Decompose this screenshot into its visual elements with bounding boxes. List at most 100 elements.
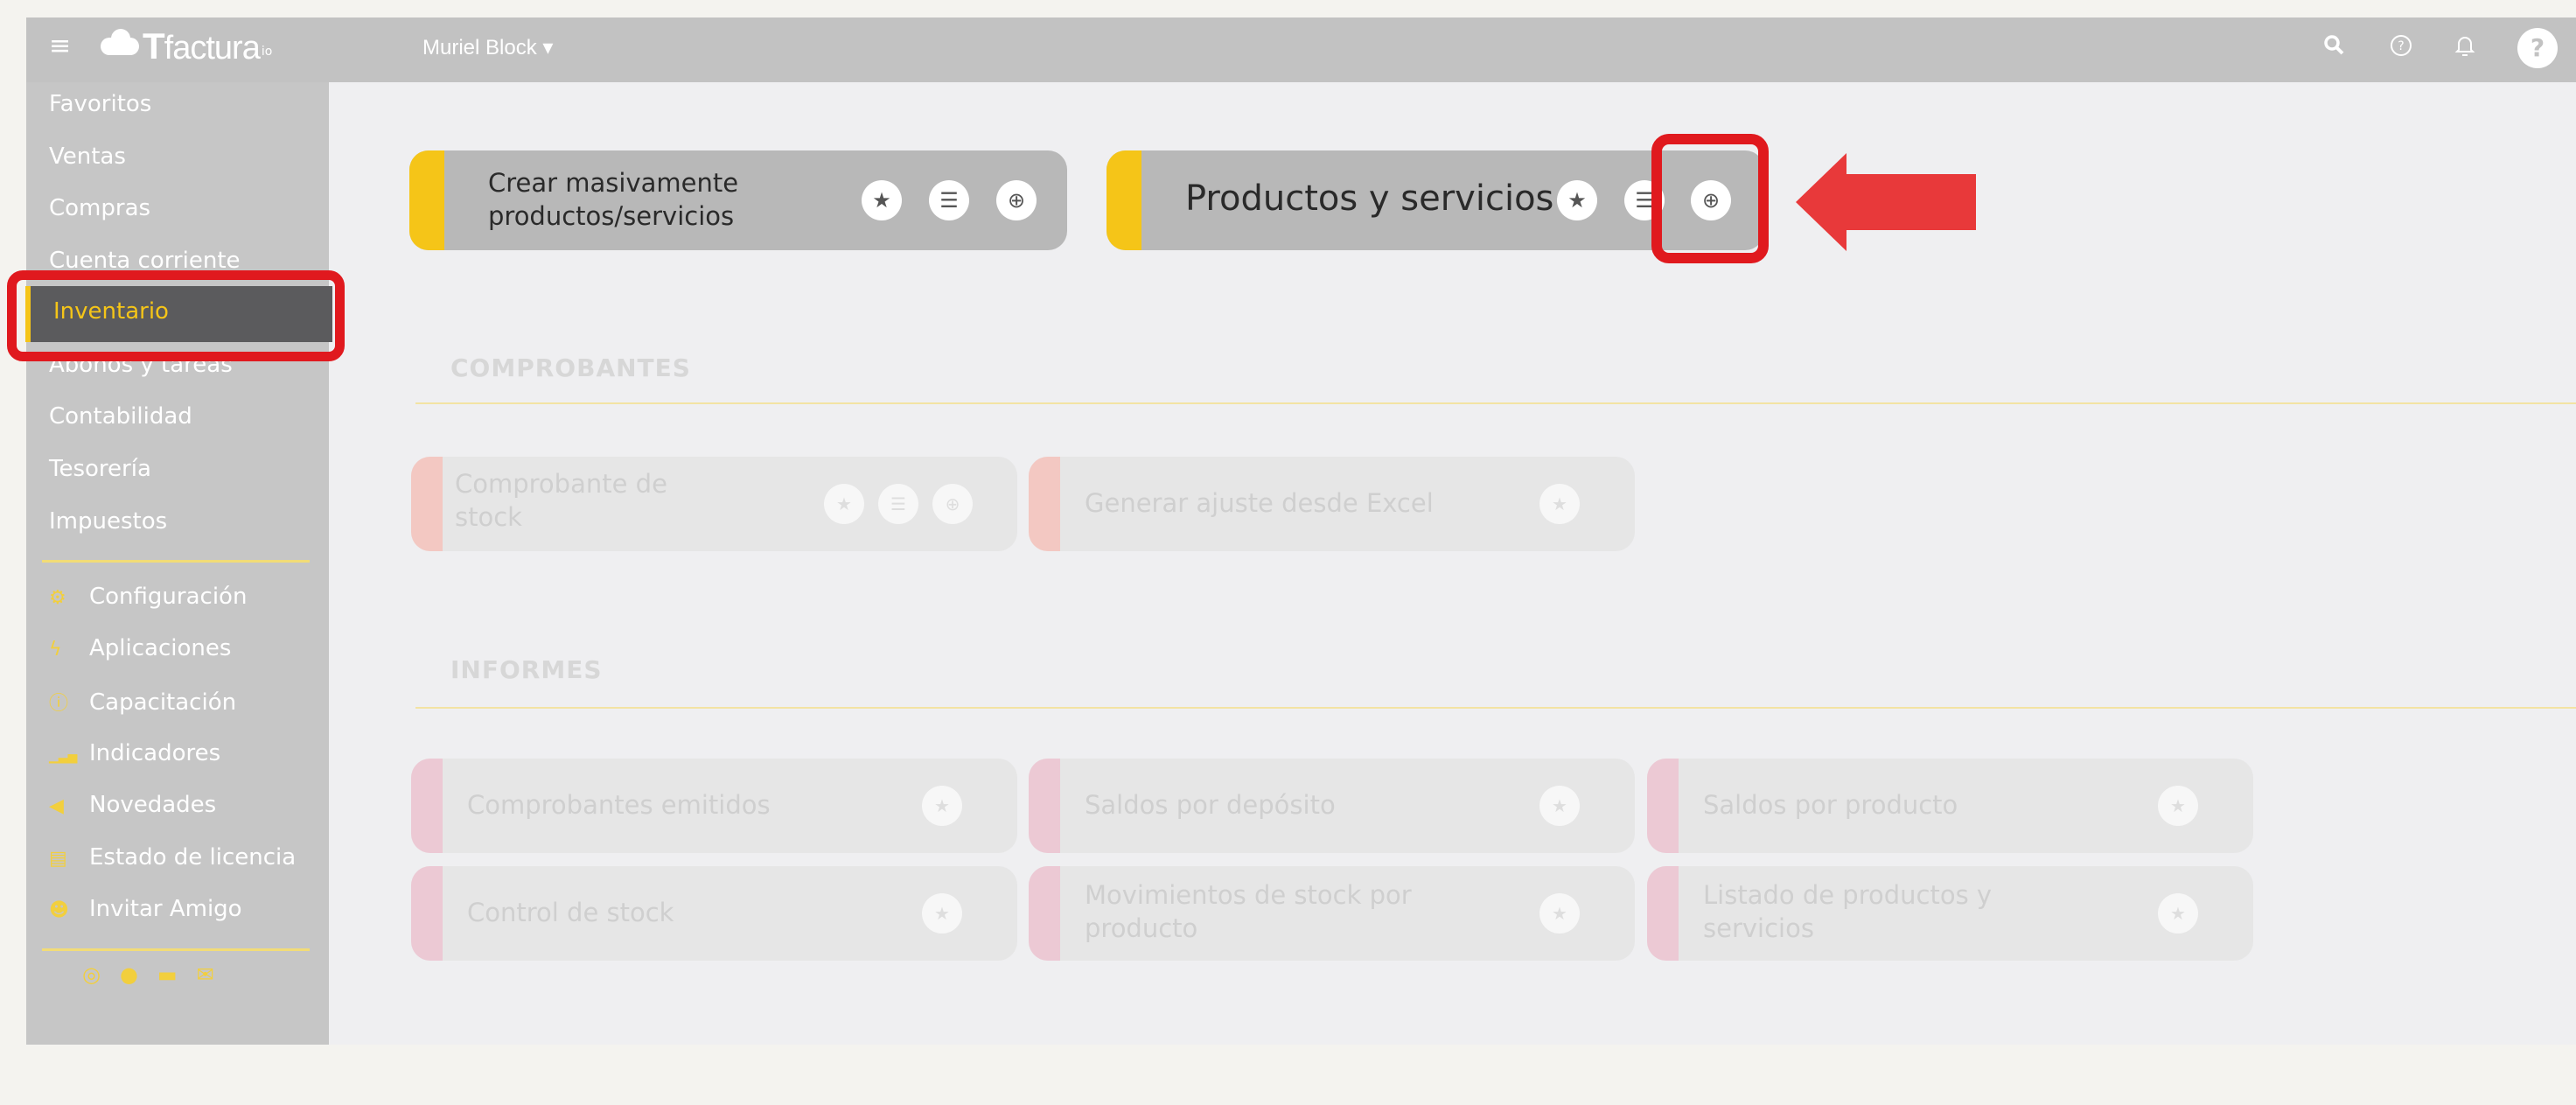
- card-accent: [409, 150, 444, 250]
- sidebar-item-label: Estado de licencia: [89, 844, 297, 871]
- card-crear-masivamente[interactable]: Crear masivamente productos/servicios ★ …: [409, 150, 1067, 250]
- cloud-icon: [101, 29, 139, 55]
- star-icon[interactable]: ★: [862, 180, 902, 220]
- sidebar-item-label: Configuración: [89, 584, 248, 610]
- card-accent: [1106, 150, 1141, 250]
- facebook-icon[interactable]: ●: [120, 962, 138, 987]
- card-accent: [411, 866, 443, 961]
- instagram-icon[interactable]: ◎: [82, 962, 101, 987]
- top-bar: [26, 17, 2576, 82]
- card-saldos-producto[interactable]: Saldos por producto ★: [1647, 759, 2253, 853]
- sidebar-item-tesoreria[interactable]: Tesorería: [49, 456, 151, 482]
- card-label-line1: Crear masivamente: [488, 168, 739, 198]
- add-user-icon: ☻: [49, 899, 69, 921]
- brand-tld: io: [261, 45, 273, 59]
- sidebar-item-label: Aplicaciones: [89, 635, 232, 661]
- logo[interactable]: Tfactura io: [101, 25, 273, 66]
- card-accent: [411, 457, 443, 551]
- sidebar-item-configuracion[interactable]: ⚙ Configuración: [49, 584, 247, 610]
- menu-icon[interactable]: ≡: [49, 33, 71, 59]
- user-menu[interactable]: Muriel Block ▾: [422, 35, 553, 60]
- sidebar-item-label: Indicadores: [89, 740, 221, 766]
- star-icon[interactable]: ★: [1539, 893, 1580, 934]
- card-label-line2: servicios: [1703, 913, 1814, 943]
- star-icon[interactable]: ★: [922, 893, 962, 934]
- sidebar-divider: [42, 560, 310, 563]
- card-accent: [411, 759, 443, 853]
- card-control-stock[interactable]: Control de stock ★: [411, 866, 1017, 961]
- card-label: Saldos por depósito: [1085, 790, 1336, 820]
- section-title-informes: INFORMES: [450, 655, 603, 684]
- help-icon[interactable]: ?: [2389, 33, 2413, 64]
- bell-icon[interactable]: [2453, 33, 2477, 64]
- card-label: Crear masivamente productos/servicios: [488, 166, 738, 233]
- sidebar-item-label: Favoritos: [49, 91, 152, 117]
- sidebar-item-label: Contabilidad: [49, 403, 192, 430]
- section-divider: [415, 402, 2576, 404]
- sidebar-item-ventas[interactable]: Ventas: [49, 143, 126, 170]
- card-saldos-deposito[interactable]: Saldos por depósito ★: [1029, 759, 1635, 853]
- svg-text:?: ?: [2398, 39, 2404, 53]
- card-accent: [1647, 866, 1679, 961]
- card-label: Listado de productos y servicios: [1703, 878, 1992, 945]
- card-comprobantes-emitidos[interactable]: Comprobantes emitidos ★: [411, 759, 1017, 853]
- card-movimientos-stock[interactable]: Movimientos de stock por producto ★: [1029, 866, 1635, 961]
- card-label-line2: stock: [455, 502, 522, 532]
- card-accent: [1029, 457, 1060, 551]
- card-generar-ajuste[interactable]: Generar ajuste desde Excel ★: [1029, 457, 1635, 551]
- star-icon[interactable]: ★: [2158, 893, 2198, 934]
- brand-initial: T: [143, 25, 165, 66]
- sidebar-item-capacitacion[interactable]: ⓘ Capacitación: [49, 688, 236, 716]
- sidebar-divider: [42, 948, 310, 951]
- search-icon[interactable]: [2322, 33, 2345, 62]
- sidebar-item-indicadores[interactable]: ▁▃▅ Indicadores: [49, 740, 220, 766]
- card-label: Comprobante de stock: [455, 467, 667, 534]
- info-icon: ⓘ: [49, 693, 69, 715]
- card-label: Generar ajuste desde Excel: [1085, 488, 1434, 518]
- youtube-icon[interactable]: ▬: [157, 962, 178, 987]
- card-label: Productos y servicios: [1185, 178, 1554, 219]
- card-label-line1: Listado de productos y: [1703, 880, 1993, 910]
- card-comprobante-stock[interactable]: Comprobante de stock ★ ☰ ⊕: [411, 457, 1017, 551]
- section-divider: [415, 707, 2576, 709]
- star-icon[interactable]: ★: [922, 786, 962, 826]
- star-icon[interactable]: ★: [2158, 786, 2198, 826]
- star-icon[interactable]: ★: [1539, 484, 1580, 524]
- sidebar-item-label: Compras: [49, 195, 151, 221]
- sidebar-item-label: Novedades: [89, 792, 217, 818]
- sidebar-item-label: Invitar Amigo: [89, 896, 242, 922]
- brand-name: factura: [164, 30, 261, 66]
- card-label: Saldos por producto: [1703, 790, 1958, 820]
- card-label-line1: Movimientos de stock por: [1085, 880, 1412, 910]
- sidebar-item-invitar-amigo[interactable]: ☻ Invitar Amigo: [49, 896, 242, 922]
- add-icon[interactable]: ⊕: [996, 180, 1037, 220]
- mail-icon[interactable]: ✉: [197, 962, 214, 987]
- card-label: Movimientos de stock por producto: [1085, 878, 1412, 945]
- highlight-add-button: [1651, 134, 1769, 263]
- bar-chart-icon: ▁▃▅: [49, 750, 78, 764]
- avatar[interactable]: ?: [2517, 28, 2558, 68]
- sidebar-item-contabilidad[interactable]: Contabilidad: [49, 403, 192, 430]
- sidebar-item-impuestos[interactable]: Impuestos: [49, 508, 167, 535]
- star-icon[interactable]: ★: [824, 484, 864, 524]
- list-icon[interactable]: ☰: [929, 180, 969, 220]
- list-icon[interactable]: ☰: [878, 484, 918, 524]
- arrow-pointer-icon: [1796, 153, 1976, 251]
- add-icon[interactable]: ⊕: [932, 484, 973, 524]
- sidebar-item-compras[interactable]: Compras: [49, 195, 150, 221]
- bolt-icon: ϟ: [49, 639, 62, 661]
- star-icon[interactable]: ★: [1539, 786, 1580, 826]
- card-label: Control de stock: [467, 898, 674, 927]
- sidebar-item-estado-licencia[interactable]: ▤ Estado de licencia: [49, 844, 296, 871]
- sidebar-item-label: Ventas: [49, 143, 126, 170]
- sidebar-item-novedades[interactable]: ◀ Novedades: [49, 792, 216, 818]
- social-links: ◎ ● ▬ ✉: [82, 962, 214, 987]
- card-listado-productos[interactable]: Listado de productos y servicios ★: [1647, 866, 2253, 961]
- sidebar-item-label: Tesorería: [49, 456, 151, 482]
- card-accent: [1029, 759, 1060, 853]
- card-label-line2: productos/servicios: [488, 201, 735, 231]
- star-icon[interactable]: ★: [1557, 180, 1597, 220]
- sidebar-item-label: Impuestos: [49, 508, 168, 535]
- sidebar-item-aplicaciones[interactable]: ϟ Aplicaciones: [49, 635, 231, 661]
- sidebar-item-favoritos[interactable]: Favoritos: [49, 91, 151, 117]
